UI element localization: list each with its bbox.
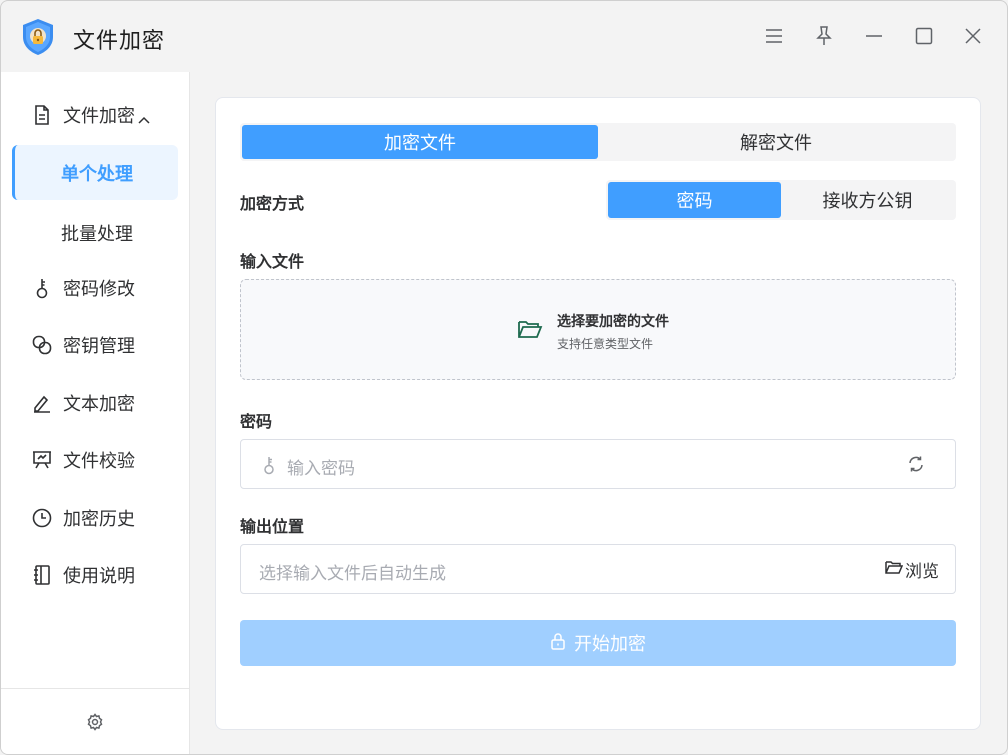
output-placeholder: 选择输入文件后自动生成 — [259, 564, 446, 584]
password-placeholder: 输入密码 — [287, 459, 355, 479]
sidebar-item-key-management[interactable]: 密钥管理 — [1, 320, 190, 370]
sidebar-item-history[interactable]: 加密历史 — [1, 493, 190, 543]
pen-icon — [31, 392, 53, 414]
sidebar-item-label: 密钥管理 — [63, 336, 135, 357]
file-dropzone[interactable]: 选择要加密的文件 支持任意类型文件 — [240, 279, 956, 380]
refresh-icon[interactable] — [907, 455, 925, 473]
output-location-label: 输出位置 — [240, 517, 305, 536]
pin-icon[interactable] — [811, 23, 837, 49]
sidebar: 文件加密 单个处理 批量处理 密码修改 密钥管理 文本加密 文件校验 加密历史 … — [1, 72, 190, 754]
start-encrypt-button[interactable]: 开始加密 — [240, 620, 956, 666]
mode-tabs: 加密文件 解密文件 — [240, 123, 956, 161]
shield-lock-icon — [19, 17, 57, 57]
app-title: 文件加密 — [73, 29, 166, 54]
tab-decrypt-file[interactable]: 解密文件 — [598, 125, 954, 159]
tab-encrypt-file[interactable]: 加密文件 — [242, 125, 598, 159]
password-label: 密码 — [240, 412, 273, 431]
sidebar-item-label: 使用说明 — [63, 566, 135, 587]
sidebar-group-file-encrypt[interactable]: 文件加密 — [1, 90, 190, 140]
sidebar-item-batch[interactable]: 批量处理 — [61, 220, 133, 246]
method-option-public-key[interactable]: 接收方公钥 — [781, 182, 954, 218]
lock-icon — [550, 632, 574, 655]
close-icon[interactable] — [960, 23, 986, 49]
clock-icon — [31, 507, 53, 529]
notebook-icon — [31, 564, 53, 586]
folder-open-icon — [517, 318, 543, 342]
maximize-icon[interactable] — [911, 23, 937, 49]
sidebar-item-label: 文件校验 — [63, 451, 135, 472]
settings-icon[interactable] — [85, 712, 105, 732]
encrypt-method-toggle: 密码 接收方公钥 — [606, 180, 956, 220]
title-bar: 文件加密 — [1, 1, 1007, 72]
method-option-password[interactable]: 密码 — [608, 182, 781, 218]
sidebar-item-label: 单个处理 — [61, 164, 133, 185]
sidebar-item-password-change[interactable]: 密码修改 — [1, 263, 190, 313]
folder-icon — [885, 559, 905, 580]
key-icon — [31, 277, 53, 299]
input-file-label: 输入文件 — [240, 252, 305, 271]
dropzone-title: 选择要加密的文件 — [557, 314, 669, 330]
sidebar-divider — [1, 688, 189, 689]
document-icon — [31, 104, 53, 126]
link-icon — [31, 334, 53, 356]
sidebar-item-label: 密码修改 — [63, 279, 135, 300]
output-path-field[interactable]: 选择输入文件后自动生成 浏览 — [240, 544, 956, 594]
start-encrypt-label: 开始加密 — [574, 634, 646, 655]
minimize-icon[interactable] — [861, 23, 887, 49]
sidebar-item-label: 加密历史 — [63, 509, 135, 530]
browse-button[interactable]: 浏览 — [885, 558, 939, 582]
sidebar-group-label: 文件加密 — [63, 106, 135, 127]
app-window: 文件加密 文件加密 单个处理 批量处理 密码修改 密钥管理 文本加密 文件校验 … — [0, 0, 1008, 755]
dropzone-subtitle: 支持任意类型文件 — [557, 337, 654, 351]
browse-label: 浏览 — [905, 561, 939, 582]
encrypt-method-label: 加密方式 — [240, 194, 305, 213]
sidebar-item-text-encrypt[interactable]: 文本加密 — [1, 378, 190, 428]
presentation-icon — [31, 449, 53, 471]
key-icon — [261, 455, 277, 475]
chevron-up-icon — [138, 108, 150, 129]
sidebar-item-label: 文本加密 — [63, 394, 135, 415]
sidebar-item-single[interactable]: 单个处理 — [12, 145, 178, 200]
sidebar-item-file-verify[interactable]: 文件校验 — [1, 435, 190, 485]
menu-icon[interactable] — [761, 23, 787, 49]
password-field[interactable]: 输入密码 — [240, 439, 956, 489]
sidebar-item-manual[interactable]: 使用说明 — [1, 550, 190, 600]
main-card: 加密文件 解密文件 加密方式 密码 接收方公钥 输入文件 选择要加密的文件 支持… — [215, 97, 981, 730]
